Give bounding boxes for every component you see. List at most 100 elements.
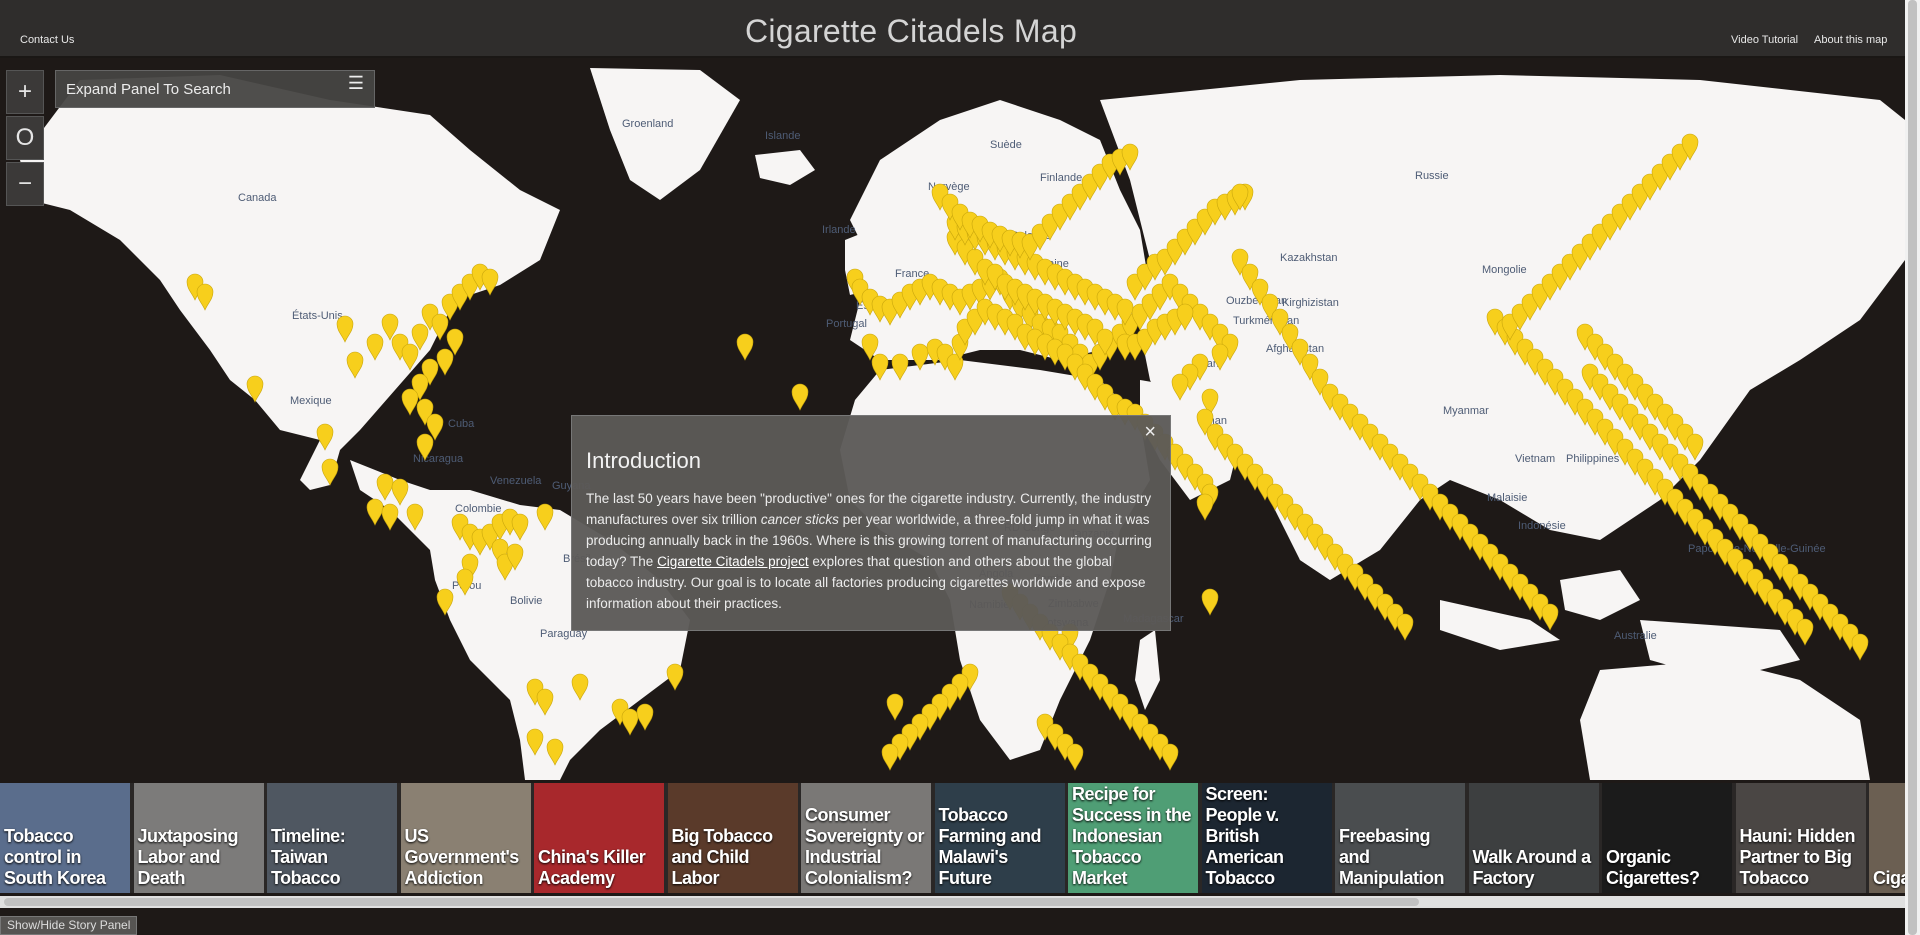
factory-marker[interactable]: [336, 315, 354, 343]
zoom-in-button[interactable]: +: [6, 70, 44, 114]
factory-marker[interactable]: [1396, 613, 1414, 641]
factory-marker[interactable]: [1066, 743, 1084, 771]
factory-marker[interactable]: [546, 738, 564, 766]
story-title: Tobacco control in South Korea: [4, 826, 106, 888]
story-title: Timeline: Taiwan Tobacco: [271, 826, 346, 888]
reset-view-button[interactable]: O: [6, 116, 44, 160]
factory-marker[interactable]: [196, 283, 214, 311]
story-title: Freebasing and Manipulation: [1339, 826, 1445, 888]
factory-marker[interactable]: [526, 728, 544, 756]
factory-marker[interactable]: [536, 688, 554, 716]
factory-marker[interactable]: [1796, 618, 1814, 646]
factory-marker[interactable]: [321, 458, 339, 486]
factory-marker[interactable]: [401, 343, 419, 371]
about-map-link[interactable]: About this map: [1814, 34, 1887, 46]
story-thumbnail[interactable]: Recipe for Success in the Indonesian Tob…: [1068, 783, 1198, 893]
story-title: Recipe for Success in the Indonesian Tob…: [1072, 784, 1192, 888]
intro-emphasis: cancer sticks: [760, 512, 839, 527]
factory-marker[interactable]: [736, 333, 754, 361]
story-thumbnail[interactable]: Tobacco control in South Korea: [0, 783, 130, 893]
story-title: Cigarette: [1873, 868, 1905, 888]
zoom-controls: + O −: [6, 70, 44, 208]
story-title: US Government's Addiction: [404, 826, 520, 888]
video-tutorial-link[interactable]: Video Tutorial: [1731, 34, 1798, 46]
story-thumbnail[interactable]: Organic Cigarettes?: [1602, 783, 1732, 893]
factory-marker[interactable]: [431, 313, 449, 341]
factory-marker[interactable]: [571, 673, 589, 701]
story-thumbnail[interactable]: China's Killer Academy: [534, 783, 664, 893]
factory-marker[interactable]: [481, 268, 499, 296]
search-panel[interactable]: Expand Panel To Search ☰: [55, 70, 375, 108]
factory-marker[interactable]: [346, 351, 364, 379]
story-thumbnail[interactable]: Tobacco Farming and Malawi's Future: [934, 783, 1065, 893]
factory-marker[interactable]: [406, 503, 424, 531]
vertical-scrollbar-thumb[interactable]: [1908, 0, 1917, 935]
story-thumbnail[interactable]: US Government's Addiction: [400, 783, 531, 893]
factory-marker[interactable]: [886, 693, 904, 721]
factory-marker[interactable]: [621, 708, 639, 736]
factory-marker[interactable]: [436, 348, 454, 376]
story-title: Consumer Sovereignty or Industrial Colon…: [805, 805, 925, 888]
factory-marker[interactable]: [791, 383, 809, 411]
intro-title: Introduction: [586, 448, 701, 473]
close-icon[interactable]: ×: [1144, 421, 1156, 444]
factory-marker[interactable]: [246, 375, 264, 403]
factory-marker[interactable]: [436, 588, 454, 616]
factory-marker[interactable]: [536, 503, 554, 531]
page-title: Cigarette Citadels Map: [744, 13, 1078, 49]
intro-text: The last 50 years have been "productive"…: [586, 488, 1156, 614]
factory-marker[interactable]: [1686, 433, 1704, 461]
project-link[interactable]: Cigarette Citadels project: [657, 554, 809, 569]
story-title: Through the Smoke Screen: People v. Brit…: [1205, 784, 1285, 888]
factory-marker[interactable]: [891, 353, 909, 381]
story-title: Hauni: Hidden Partner to Big Tobacco: [1739, 826, 1856, 888]
factory-marker[interactable]: [1211, 343, 1229, 371]
factory-marker[interactable]: [1171, 373, 1189, 401]
story-thumbnail[interactable]: Cigarette: [1869, 783, 1905, 893]
story-thumbnail[interactable]: Big Tobacco and Child Labor: [667, 783, 798, 893]
header-bar: Contact Us Cigarette Citadels Map Video …: [0, 0, 1905, 58]
story-title: Organic Cigarettes?: [1606, 847, 1700, 888]
horizontal-scrollbar[interactable]: [0, 896, 1905, 908]
factory-marker[interactable]: [911, 343, 929, 371]
factory-marker[interactable]: [381, 503, 399, 531]
factory-marker[interactable]: [1541, 603, 1559, 631]
factory-marker[interactable]: [666, 663, 684, 691]
story-thumbnail[interactable]: Timeline: Taiwan Tobacco: [267, 783, 397, 893]
zoom-out-button[interactable]: −: [6, 162, 44, 206]
story-panel-toggle[interactable]: Show/Hide Story Panel: [0, 916, 138, 935]
factory-marker[interactable]: [1196, 493, 1214, 521]
factory-marker[interactable]: [881, 743, 899, 771]
factory-marker[interactable]: [1851, 633, 1869, 661]
factory-marker[interactable]: [416, 433, 434, 461]
story-title: Juxtaposing Labor and Death: [137, 826, 239, 888]
story-thumbnail[interactable]: Hauni: Hidden Partner to Big Tobacco: [1735, 783, 1866, 893]
intro-popup: × Introduction The last 50 years have be…: [571, 415, 1171, 631]
factory-marker[interactable]: [636, 703, 654, 731]
story-panel: Tobacco control in South Korea Juxtaposin…: [0, 783, 1905, 893]
story-thumbnail[interactable]: Freebasing and Manipulation: [1335, 783, 1465, 893]
factory-marker[interactable]: [401, 388, 419, 416]
factory-marker[interactable]: [1161, 743, 1179, 771]
factory-marker[interactable]: [366, 498, 384, 526]
factory-marker[interactable]: [316, 423, 334, 451]
story-title: Tobacco Farming and Malawi's Future: [938, 805, 1042, 888]
story-thumbnail[interactable]: Juxtaposing Labor and Death: [133, 783, 264, 893]
menu-icon[interactable]: ☰: [348, 73, 364, 94]
factory-marker[interactable]: [871, 353, 889, 381]
scrollbar-thumb[interactable]: [4, 898, 1419, 906]
factory-marker[interactable]: [511, 513, 529, 541]
story-thumbnail[interactable]: Through the Smoke Screen: People v. Brit…: [1201, 783, 1332, 893]
story-title: China's Killer Academy: [538, 847, 646, 888]
factory-marker[interactable]: [366, 333, 384, 361]
search-panel-label: Expand Panel To Search: [66, 80, 231, 98]
factory-marker[interactable]: [376, 473, 394, 501]
story-title: Walk Around a Factory: [1472, 847, 1592, 888]
story-thumbnail[interactable]: Consumer Sovereignty or Industrial Colon…: [801, 783, 931, 893]
story-title: Big Tobacco and Child Labor: [671, 826, 774, 888]
vertical-scrollbar[interactable]: [1905, 0, 1920, 935]
factory-marker[interactable]: [391, 478, 409, 506]
story-thumbnail[interactable]: Walk Around a Factory: [1468, 783, 1599, 893]
factory-marker[interactable]: [1201, 588, 1219, 616]
factory-marker[interactable]: [456, 568, 474, 596]
